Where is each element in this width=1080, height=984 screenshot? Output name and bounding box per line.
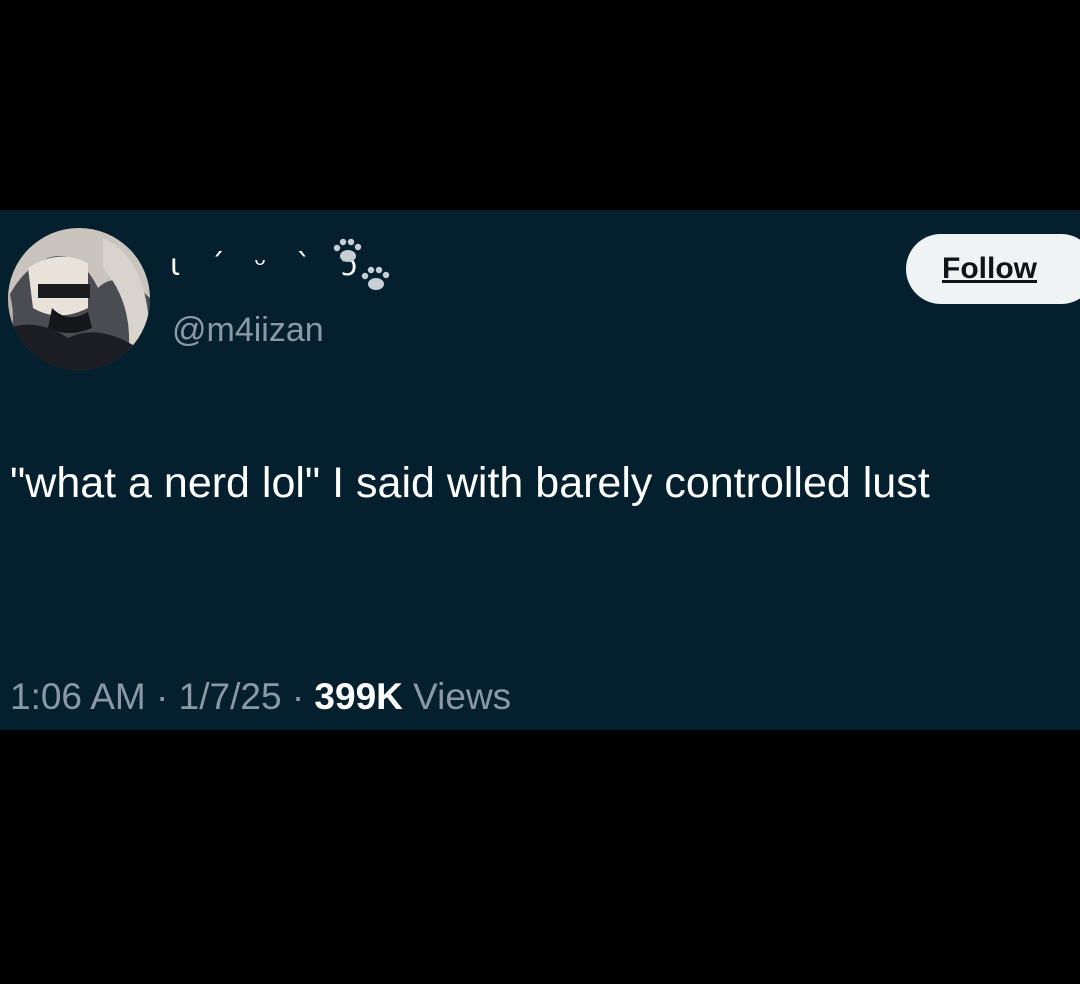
paw-prints-icon — [333, 238, 390, 290]
tweet-text: "what a nerd lol" I said with barely con… — [10, 459, 930, 507]
views-label: Views — [413, 676, 512, 717]
avatar[interactable] — [8, 228, 150, 370]
meta-separator: · — [291, 676, 305, 717]
tweet-date[interactable]: 1/7/25 — [179, 676, 282, 717]
views-count[interactable]: 399K — [314, 676, 402, 717]
avatar-image — [8, 228, 150, 370]
user-handle[interactable]: @m4iizan — [172, 308, 324, 352]
tweet-meta: 1:06 AM · 1/7/25 · 399K Views — [10, 672, 511, 722]
meta-separator: · — [156, 676, 169, 717]
tweet-time[interactable]: 1:06 AM — [10, 676, 146, 717]
tweet-card: ɩ ´ ᵕ ` ᴐ @m4iizan Follow "what a nerd l… — [0, 210, 1080, 730]
follow-button[interactable]: Follow — [906, 234, 1080, 304]
